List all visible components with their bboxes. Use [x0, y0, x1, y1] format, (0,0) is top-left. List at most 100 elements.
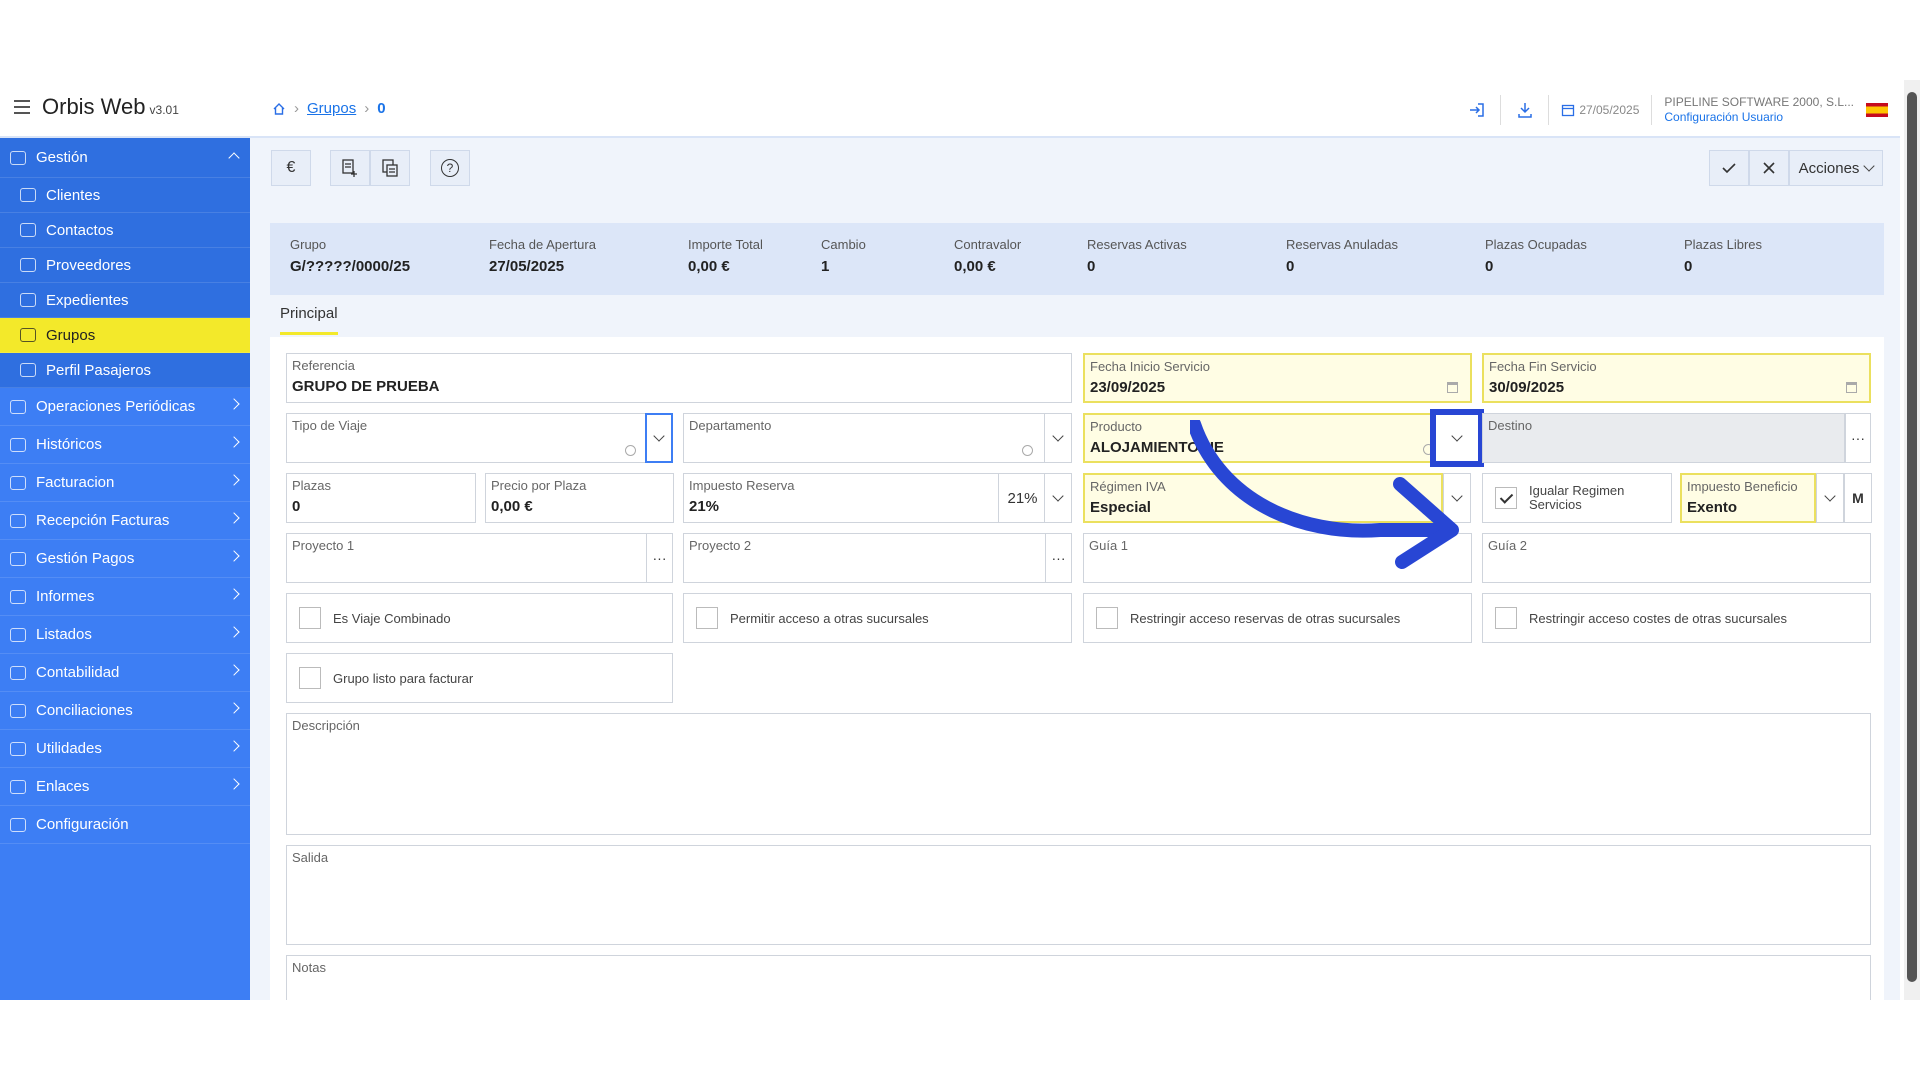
add-document-icon[interactable] [330, 150, 370, 186]
salida-textarea[interactable]: Salida [286, 845, 1871, 945]
home-icon[interactable] [272, 102, 286, 116]
mode-label: M [1852, 490, 1864, 506]
field-value: 23/09/2025 [1090, 379, 1166, 396]
menu-icon[interactable] [14, 100, 30, 114]
sidebar-item-informes[interactable]: Informes [0, 578, 250, 616]
sidebar-item-historicos[interactable]: Históricos [0, 426, 250, 464]
top-date[interactable]: 27/05/2025 [1549, 95, 1653, 125]
field-label: Descripción [292, 718, 360, 733]
destino-field[interactable]: Destino [1482, 413, 1845, 463]
notas-textarea[interactable]: Notas [286, 955, 1871, 1000]
sidebar-item-gestion[interactable]: Gestión [0, 138, 250, 178]
breadcrumb: › Grupos › 0 [272, 100, 386, 117]
producto-dropdown[interactable] [1430, 409, 1484, 467]
sidebar-item-conciliaciones[interactable]: Conciliaciones [0, 692, 250, 730]
breadcrumb-grupos[interactable]: Grupos [307, 100, 356, 117]
copy-document-icon[interactable] [370, 150, 410, 186]
summary-cambio: Cambio 1 [801, 223, 934, 295]
departamento-dropdown[interactable] [1044, 413, 1072, 463]
accept-button[interactable] [1709, 150, 1749, 186]
tipo-viaje-dropdown[interactable] [645, 413, 673, 463]
summary-value: 0 [1684, 258, 1693, 275]
users-icon [20, 188, 36, 202]
acciones-label: Acciones [1798, 159, 1860, 177]
viaje-combinado-card[interactable]: Es Viaje Combinado [286, 593, 673, 643]
guia1-field[interactable]: Guía 1 [1083, 533, 1472, 583]
login-icon[interactable] [1453, 95, 1502, 125]
sidebar-item-facturacion[interactable]: Facturacion [0, 464, 250, 502]
field-value: GRUPO DE PRUEBA [292, 378, 440, 395]
permitir-acceso-checkbox[interactable] [696, 607, 718, 629]
guia2-field[interactable]: Guía 2 [1482, 533, 1871, 583]
impuesto-reserva-field[interactable]: Impuesto Reserva 21% 21% [683, 473, 1045, 523]
restringir-reservas-checkbox[interactable] [1096, 607, 1118, 629]
sidebar-item-contactos[interactable]: Contactos [0, 213, 250, 248]
search-icon [625, 445, 636, 456]
scrollbar-thumb[interactable] [1907, 92, 1917, 982]
sidebar-item-contabilidad[interactable]: Contabilidad [0, 654, 250, 692]
destino-more-button[interactable]: ··· [1845, 413, 1871, 463]
producto-field[interactable]: Producto ALOJAMIENTO UE [1083, 413, 1443, 463]
sidebar-item-perfil-pasajeros[interactable]: Perfil Pasajeros [0, 353, 250, 388]
summary-label: Contravalor [954, 237, 1022, 252]
cancel-button[interactable] [1749, 150, 1789, 186]
referencia-field[interactable]: Referencia GRUPO DE PRUEBA [286, 353, 1072, 403]
sidebar-item-gestion-pagos[interactable]: Gestión Pagos [0, 540, 250, 578]
field-label: Salida [292, 850, 329, 865]
company-name: PIPELINE SOFTWARE 2000, S.L... [1664, 95, 1854, 109]
user-config-link[interactable]: Configuración Usuario [1664, 110, 1854, 125]
precio-plaza-field[interactable]: Precio por Plaza 0,00 € [485, 473, 674, 523]
restringir-costes-checkbox[interactable] [1495, 607, 1517, 629]
proyecto1-field[interactable]: Proyecto 1 ··· [286, 533, 673, 583]
window-scrollbar[interactable] [1904, 80, 1920, 1000]
calendar-icon[interactable] [1447, 382, 1458, 393]
fecha-fin-field[interactable]: Fecha Fin Servicio 30/09/2025 [1482, 353, 1871, 403]
acciones-button[interactable]: Acciones [1789, 150, 1883, 186]
igualar-regimen-checkbox[interactable] [1495, 487, 1517, 509]
impuesto-beneficio-dropdown[interactable] [1816, 473, 1844, 523]
sidebar-item-utilidades[interactable]: Utilidades [0, 730, 250, 768]
sidebar-item-recepcion-facturas[interactable]: Recepción Facturas [0, 502, 250, 540]
regimen-iva-dropdown[interactable] [1443, 473, 1471, 523]
field-label: Proyecto 1 [292, 538, 355, 553]
proyecto1-more-button[interactable]: ··· [646, 534, 672, 582]
calendar-icon[interactable] [1846, 382, 1857, 393]
grupo-listo-card[interactable]: Grupo listo para facturar [286, 653, 673, 703]
tab-principal[interactable]: Principal [280, 305, 338, 335]
summary-label: Reservas Anuladas [1286, 237, 1399, 252]
sidebar-item-configuracion[interactable]: Configuración [0, 806, 250, 844]
igualar-regimen-card[interactable]: Igualar Regimen Servicios [1482, 473, 1672, 523]
summary-label: Plazas Libres [1684, 237, 1763, 252]
sidebar-item-proveedores[interactable]: Proveedores [0, 248, 250, 283]
help-button[interactable]: ? [430, 150, 470, 186]
sidebar-item-listados[interactable]: Listados [0, 616, 250, 654]
sidebar-item-expedientes[interactable]: Expedientes [0, 283, 250, 318]
sidebar-item-grupos[interactable]: Grupos [0, 318, 258, 353]
restringir-costes-card[interactable]: Restringir acceso costes de otras sucurs… [1482, 593, 1871, 643]
regimen-iva-field[interactable]: Régimen IVA Especial [1083, 473, 1443, 523]
chevron-right-icon [228, 702, 240, 714]
sidebar-item-operaciones[interactable]: Operaciones Periódicas [0, 388, 250, 426]
impuesto-reserva-dropdown[interactable] [1044, 473, 1072, 523]
tipo-viaje-field[interactable]: Tipo de Viaje [286, 413, 646, 463]
company-info[interactable]: PIPELINE SOFTWARE 2000, S.L... Configura… [1652, 95, 1866, 125]
restringir-reservas-card[interactable]: Restringir acceso reservas de otras sucu… [1083, 593, 1472, 643]
sidebar-item-clientes[interactable]: Clientes [0, 178, 250, 213]
fecha-inicio-field[interactable]: Fecha Inicio Servicio 23/09/2025 [1083, 353, 1472, 403]
plazas-field[interactable]: Plazas 0 [286, 473, 476, 523]
grupo-listo-checkbox[interactable] [299, 667, 321, 689]
field-label: Guía 2 [1488, 538, 1528, 553]
viaje-combinado-checkbox[interactable] [299, 607, 321, 629]
impuesto-beneficio-mode-button[interactable]: M [1844, 473, 1872, 523]
download-icon[interactable] [1501, 95, 1550, 125]
spain-flag-icon[interactable] [1866, 103, 1888, 117]
proyecto2-more-button[interactable]: ··· [1045, 534, 1071, 582]
descripcion-textarea[interactable]: Descripción [286, 713, 1871, 835]
sidebar-item-enlaces[interactable]: Enlaces [0, 768, 250, 806]
permitir-acceso-card[interactable]: Permitir acceso a otras sucursales [683, 593, 1072, 643]
departamento-field[interactable]: Departamento [683, 413, 1045, 463]
proyecto2-field[interactable]: Proyecto 2 ··· [683, 533, 1072, 583]
currency-button[interactable]: € [271, 150, 311, 186]
impuesto-beneficio-field[interactable]: Impuesto Beneficio Exento [1680, 473, 1816, 523]
chevron-right-icon [228, 664, 240, 676]
